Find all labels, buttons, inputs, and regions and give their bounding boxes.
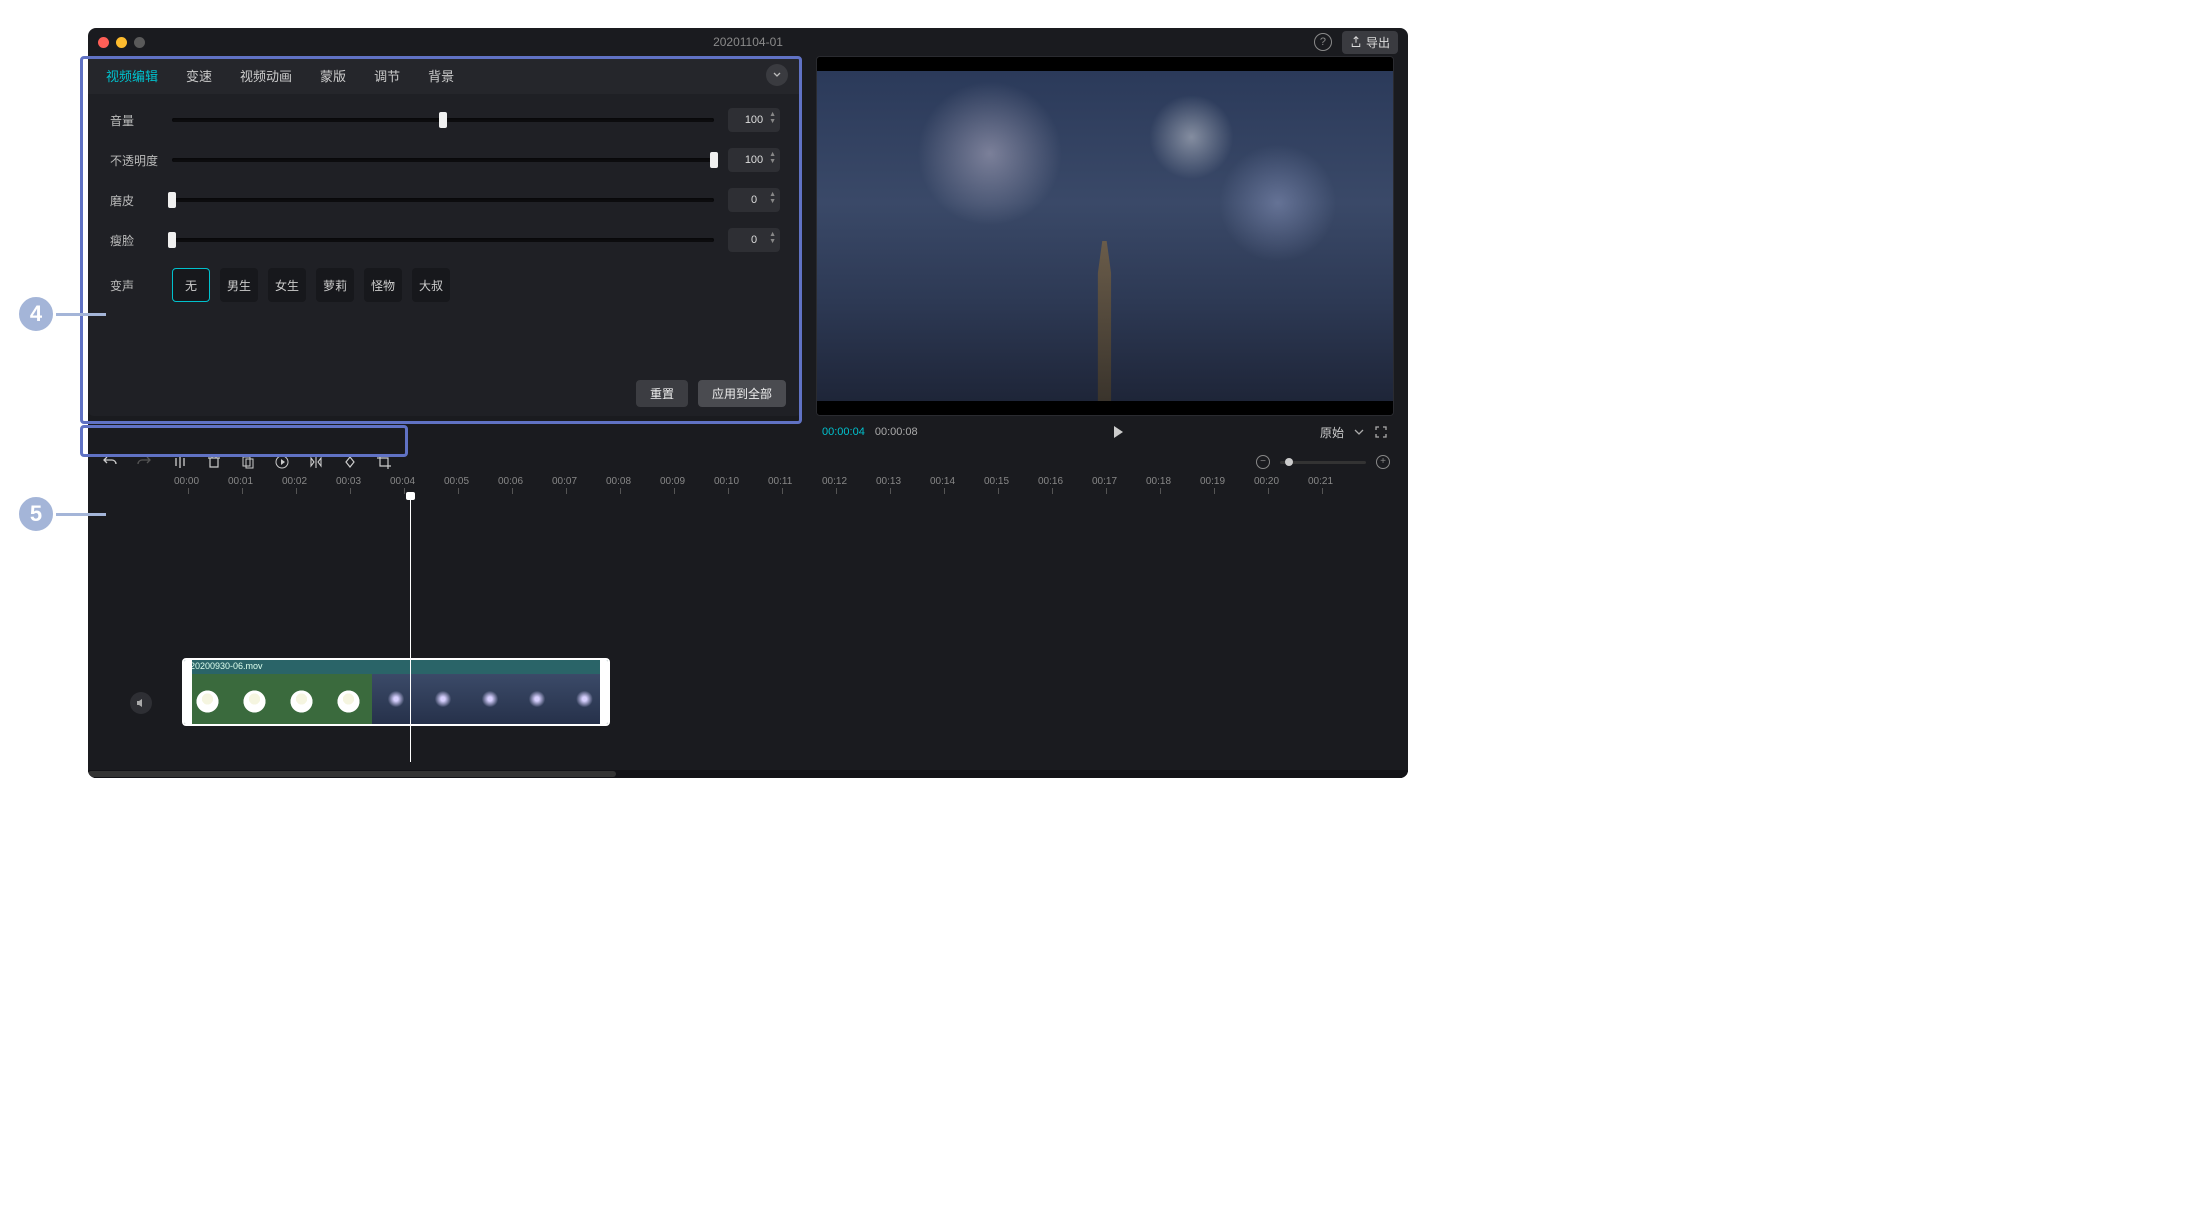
timeline: 00:0000:0100:0200:0300:0400:0500:0600:07… — [88, 476, 1408, 778]
clip-trim-right[interactable] — [600, 660, 608, 724]
split-icon[interactable] — [172, 454, 188, 470]
track-mute-icon[interactable] — [130, 692, 152, 714]
time-ruler[interactable]: 00:0000:0100:0200:0300:0400:0500:0600:07… — [88, 476, 1408, 494]
current-time: 00:00:04 — [822, 426, 865, 438]
tab-adjust[interactable]: 调节 — [374, 66, 400, 85]
tab-animation[interactable]: 视频动画 — [240, 66, 292, 85]
stepper-icon: ▲▼ — [769, 231, 776, 245]
smooth-slider[interactable] — [172, 192, 714, 208]
app-window: 20201104-01 ? 导出 视频编辑 变速 视频动画 蒙版 调节 背景 — [88, 28, 1408, 778]
zoom-in-icon[interactable]: + — [1376, 455, 1390, 469]
help-icon[interactable]: ? — [1314, 33, 1332, 51]
preview-scale-label[interactable]: 原始 — [1320, 424, 1344, 441]
voice-option-uncle[interactable]: 大叔 — [412, 268, 450, 302]
slim-slider[interactable] — [172, 232, 714, 248]
tab-mask[interactable]: 蒙版 — [320, 66, 346, 85]
preview-canvas[interactable] — [816, 56, 1394, 416]
panel-collapse-button[interactable] — [766, 64, 788, 86]
copy-icon[interactable] — [240, 454, 256, 470]
apply-all-button[interactable]: 应用到全部 — [698, 380, 786, 407]
slim-value-stepper[interactable]: 0 ▲▼ — [728, 228, 780, 252]
clip-thumbnails — [184, 674, 608, 724]
volume-slider[interactable] — [172, 112, 714, 128]
timeline-toolbar: − + — [88, 448, 1408, 476]
callout-5: 5 — [14, 492, 106, 536]
preview-frame — [817, 71, 1393, 401]
volume-label: 音量 — [110, 112, 158, 129]
callout-4: 4 — [14, 292, 106, 336]
stepper-icon: ▲▼ — [769, 111, 776, 125]
total-time: 00:00:08 — [875, 426, 918, 438]
voice-label: 变声 — [110, 277, 158, 294]
voice-option-monster[interactable]: 怪物 — [364, 268, 402, 302]
delete-icon[interactable] — [206, 454, 222, 470]
titlebar: 20201104-01 ? 导出 — [88, 28, 1408, 56]
timeline-zoom: − + — [1256, 455, 1408, 469]
inspector-panel: 视频编辑 变速 视频动画 蒙版 调节 背景 音量 100 — [88, 56, 802, 416]
voice-option-loli[interactable]: 萝莉 — [316, 268, 354, 302]
stepper-icon: ▲▼ — [769, 191, 776, 205]
play-icon — [1114, 426, 1123, 438]
smooth-value-stepper[interactable]: 0 ▲▼ — [728, 188, 780, 212]
stepper-icon: ▲▼ — [769, 151, 776, 165]
tab-background[interactable]: 背景 — [428, 66, 454, 85]
voice-option-none[interactable]: 无 — [172, 268, 210, 302]
zoom-out-icon[interactable]: − — [1256, 455, 1270, 469]
redo-icon[interactable] — [136, 454, 152, 470]
play-button[interactable] — [928, 426, 1310, 438]
tab-speed[interactable]: 变速 — [186, 66, 212, 85]
project-title: 20201104-01 — [88, 35, 1408, 49]
clip-trim-left[interactable] — [184, 660, 192, 724]
tab-video-edit[interactable]: 视频编辑 — [106, 66, 158, 85]
mirror-icon[interactable] — [308, 454, 324, 470]
preview-area: 00:00:04 00:00:08 原始 — [816, 56, 1394, 448]
undo-icon[interactable] — [102, 454, 118, 470]
opacity-slider[interactable] — [172, 152, 714, 168]
slim-label: 瘦脸 — [110, 232, 158, 249]
inspector-tabs: 视频编辑 变速 视频动画 蒙版 调节 背景 — [88, 56, 802, 94]
playhead[interactable] — [410, 494, 411, 762]
voice-option-male[interactable]: 男生 — [220, 268, 258, 302]
clip-filename: 20200930-06.mov — [184, 660, 608, 674]
export-button[interactable]: 导出 — [1342, 31, 1398, 54]
video-clip[interactable]: 20200930-06.mov 7.3s — [182, 658, 610, 726]
reset-button[interactable]: 重置 — [636, 380, 688, 407]
voice-option-female[interactable]: 女生 — [268, 268, 306, 302]
crop-icon[interactable] — [376, 454, 392, 470]
ruler-tick: 00:21 — [1322, 476, 1376, 494]
speed-icon[interactable] — [274, 454, 290, 470]
opacity-label: 不透明度 — [110, 152, 158, 169]
smooth-label: 磨皮 — [110, 192, 158, 209]
opacity-value-stepper[interactable]: 100 ▲▼ — [728, 148, 780, 172]
zoom-slider[interactable] — [1280, 461, 1366, 464]
rotate-icon[interactable] — [342, 454, 358, 470]
timeline-scrollbar[interactable] — [88, 770, 1408, 778]
export-label: 导出 — [1366, 34, 1390, 51]
volume-value-stepper[interactable]: 100 ▲▼ — [728, 108, 780, 132]
chevron-down-icon[interactable] — [1352, 425, 1366, 439]
fullscreen-icon[interactable] — [1374, 425, 1388, 439]
